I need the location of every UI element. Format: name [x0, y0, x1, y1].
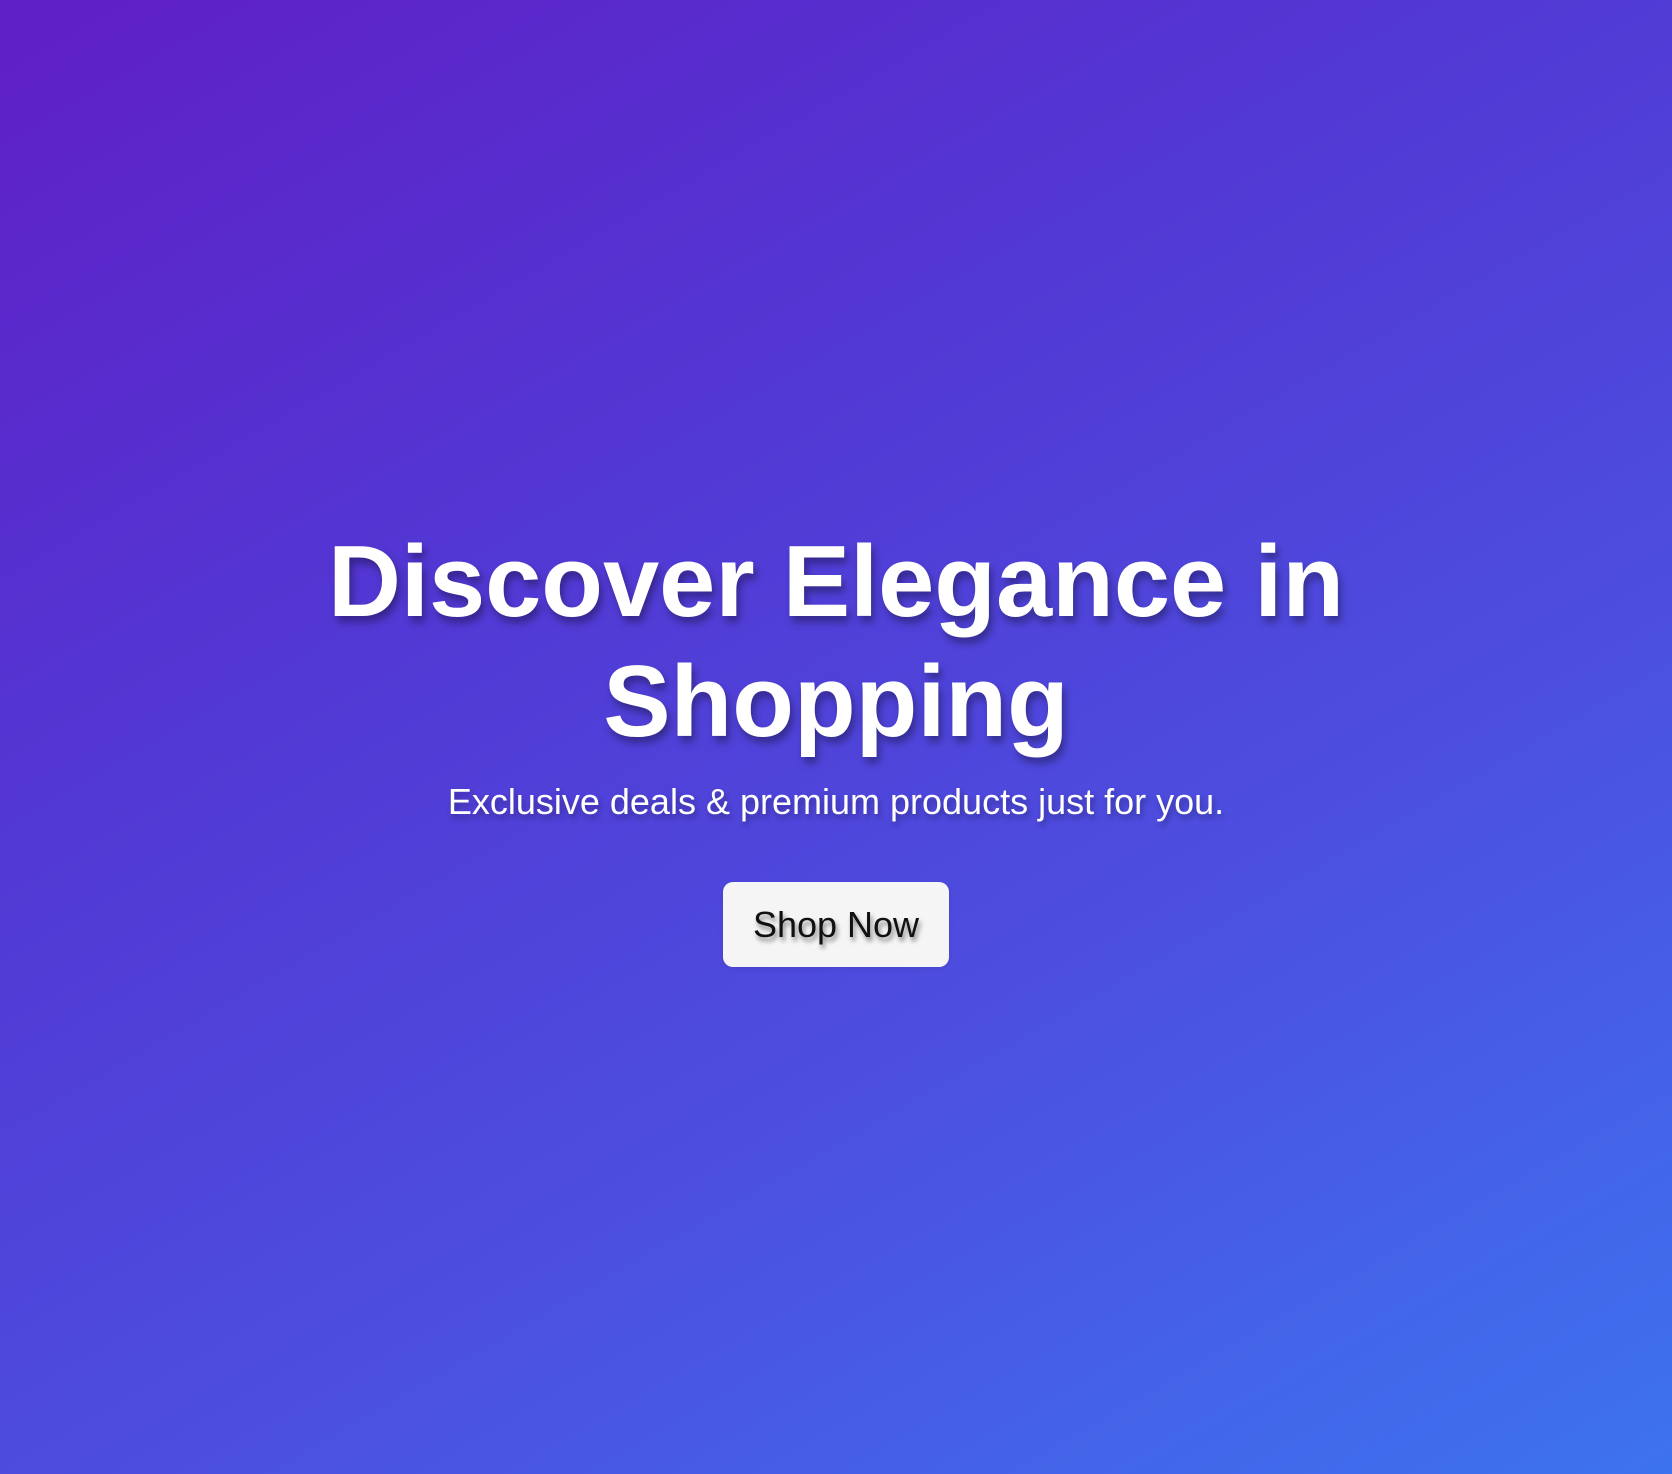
hero-subtitle: Exclusive deals & premium products just … [447, 781, 1225, 822]
hero-section: Discover Elegance in Shopping Exclusive … [0, 0, 1672, 1474]
shop-now-button[interactable]: Shop Now [723, 882, 949, 967]
hero-title: Discover Elegance in Shopping [327, 526, 1345, 758]
